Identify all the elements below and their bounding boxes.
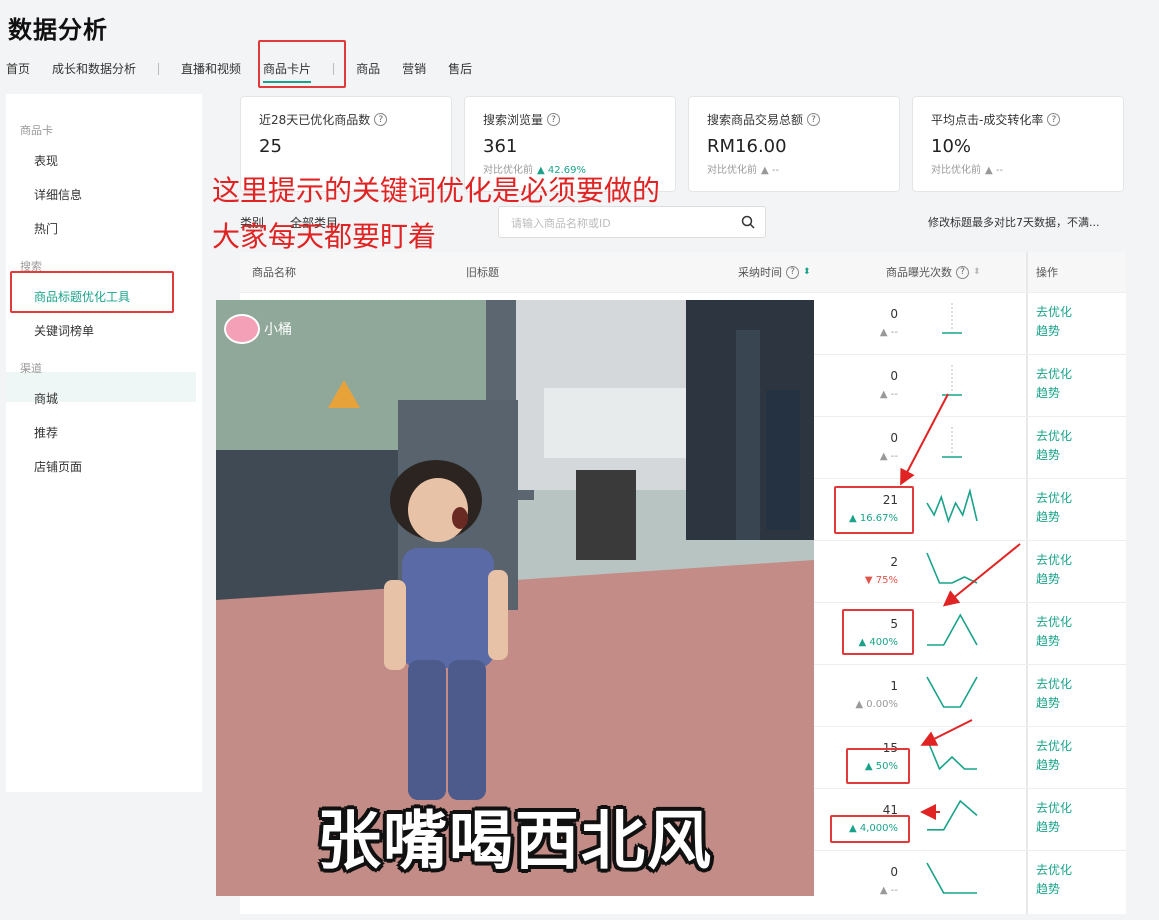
help-icon[interactable]: ? (807, 113, 821, 126)
sidebar-item-hot[interactable]: 热门 (34, 220, 58, 237)
table-header (240, 252, 1126, 292)
trend-link[interactable]: 趋势 (1036, 818, 1060, 836)
exposure-value: 0 (890, 865, 898, 879)
nav-marketing[interactable]: 营销 (402, 60, 426, 77)
search-placeholder: 请输入商品名称或ID (511, 217, 611, 230)
sidebar: 商品卡 表现 详细信息 热门 搜索 商品标题优化工具 关键词榜单 渠道 商城 推… (6, 94, 202, 792)
metric-value: 361 (483, 136, 518, 157)
annotation-line-2: 大家每天都要盯着 (212, 220, 437, 253)
exposure-delta: ▲ -- (879, 327, 898, 338)
optimize-link[interactable]: 去优化 (1036, 613, 1072, 631)
annotation-arrows (900, 393, 1021, 820)
help-icon[interactable]: ? (1047, 113, 1061, 126)
metric-delta: ▲ -- (761, 165, 780, 176)
column-header-exposure[interactable]: 商品曝光次数? ⬍ (886, 264, 981, 280)
arrow (920, 719, 973, 746)
compare-note: 修改标题最多对比7天数据，不满... (928, 216, 1100, 229)
metric-label: 近28天已优化商品数 (259, 113, 371, 127)
column-header-label: 商品曝光次数 (886, 266, 952, 279)
sort-icon[interactable]: ⬍ (973, 267, 981, 277)
metric-card-gmv: 搜索商品交易总额? RM16.00 对比优化前 ▲ -- (688, 96, 900, 192)
help-icon[interactable]: ? (956, 265, 969, 279)
help-icon[interactable]: ? (547, 113, 561, 126)
meme-image: 小桶 张嘴喝西北风 (216, 300, 814, 896)
meme-logo: 小桶 (224, 314, 292, 344)
metric-compare-label: 对比优化前 (931, 165, 981, 176)
optimize-link[interactable]: 去优化 (1036, 799, 1072, 817)
metric-label: 平均点击-成交转化率 (931, 113, 1044, 127)
search-icon[interactable] (741, 215, 755, 229)
metric-label: 搜索浏览量 (483, 113, 544, 127)
optimize-link[interactable]: 去优化 (1036, 427, 1072, 445)
help-icon[interactable]: ? (786, 265, 799, 279)
help-icon[interactable]: ? (374, 113, 388, 126)
highlight-box-sidebar (10, 271, 174, 313)
optimize-link[interactable]: 去优化 (1036, 551, 1072, 569)
metric-label: 搜索商品交易总额 (707, 113, 804, 127)
page-title: 数据分析 (8, 16, 108, 44)
trend-sparkline (926, 862, 977, 894)
meme-caption: 张嘴喝西北风 (317, 805, 713, 879)
meme-logo-text: 小桶 (264, 322, 292, 338)
metric-value: RM16.00 (707, 136, 787, 157)
sparkline-line (926, 862, 977, 894)
optimize-link[interactable]: 去优化 (1036, 737, 1072, 755)
sort-icon[interactable]: ⬍ (803, 267, 811, 277)
sidebar-item-shop-page[interactable]: 店铺页面 (34, 458, 82, 475)
sidebar-group-title: 商品卡 (20, 124, 53, 137)
nav-after-sales[interactable]: 售后 (448, 60, 472, 77)
sidebar-item-keyword-ranking[interactable]: 关键词榜单 (34, 322, 94, 339)
sidebar-item-performance[interactable]: 表现 (34, 152, 58, 169)
sidebar-item-mall[interactable]: 商城 (34, 390, 58, 407)
exposure-delta: ▲ -- (879, 885, 898, 896)
sidebar-group-title: 渠道 (20, 362, 42, 375)
header: 数据分析 首页 成长和数据分析 直播和视频 商品卡片 商品 营销 售后 (0, 0, 1159, 88)
metric-compare-label: 对比优化前 (707, 165, 757, 176)
search-input[interactable]: 请输入商品名称或ID (498, 206, 766, 238)
optimize-link[interactable]: 去优化 (1036, 861, 1072, 879)
sidebar-item-recommend[interactable]: 推荐 (34, 424, 58, 441)
exposure-value: 0 (890, 307, 898, 321)
column-header-ops: 操作 (1036, 266, 1058, 279)
metric-card-conversion: 平均点击-成交转化率? 10% 对比优化前 ▲ -- (912, 96, 1124, 192)
nav-products[interactable]: 商品 (356, 60, 380, 77)
top-nav: 首页 成长和数据分析 直播和视频 商品卡片 商品 营销 售后 (6, 60, 494, 83)
arrow (900, 393, 949, 486)
metric-value: 25 (259, 136, 282, 157)
column-header-time[interactable]: 采纳时间? ⬍ (738, 264, 811, 280)
arrow (942, 543, 1021, 607)
metric-delta: ▲ -- (985, 165, 1004, 176)
logo-badge-icon (224, 314, 260, 344)
optimize-link[interactable]: 去优化 (1036, 675, 1072, 693)
trend-link[interactable]: 趋势 (1036, 322, 1060, 340)
trend-link[interactable]: 趋势 (1036, 880, 1060, 898)
annotation-line-1: 这里提示的关键词优化是必须要做的 (212, 174, 661, 207)
optimize-link[interactable]: 去优化 (1036, 365, 1072, 383)
nav-divider (158, 62, 160, 75)
column-header-name: 商品名称 (252, 266, 296, 279)
optimize-link[interactable]: 去优化 (1036, 303, 1072, 321)
trend-sparkline (942, 303, 962, 334)
optimize-link[interactable]: 去优化 (1036, 489, 1072, 507)
nav-live-video[interactable]: 直播和视频 (181, 60, 241, 77)
highlight-box-nav (258, 40, 346, 88)
column-header-label: 采纳时间 (738, 266, 782, 279)
nav-home[interactable]: 首页 (6, 60, 30, 77)
column-header-old-title: 旧标题 (466, 266, 499, 279)
metric-value: 10% (931, 136, 972, 157)
nav-growth[interactable]: 成长和数据分析 (52, 60, 136, 77)
sidebar-item-details[interactable]: 详细信息 (34, 186, 82, 203)
